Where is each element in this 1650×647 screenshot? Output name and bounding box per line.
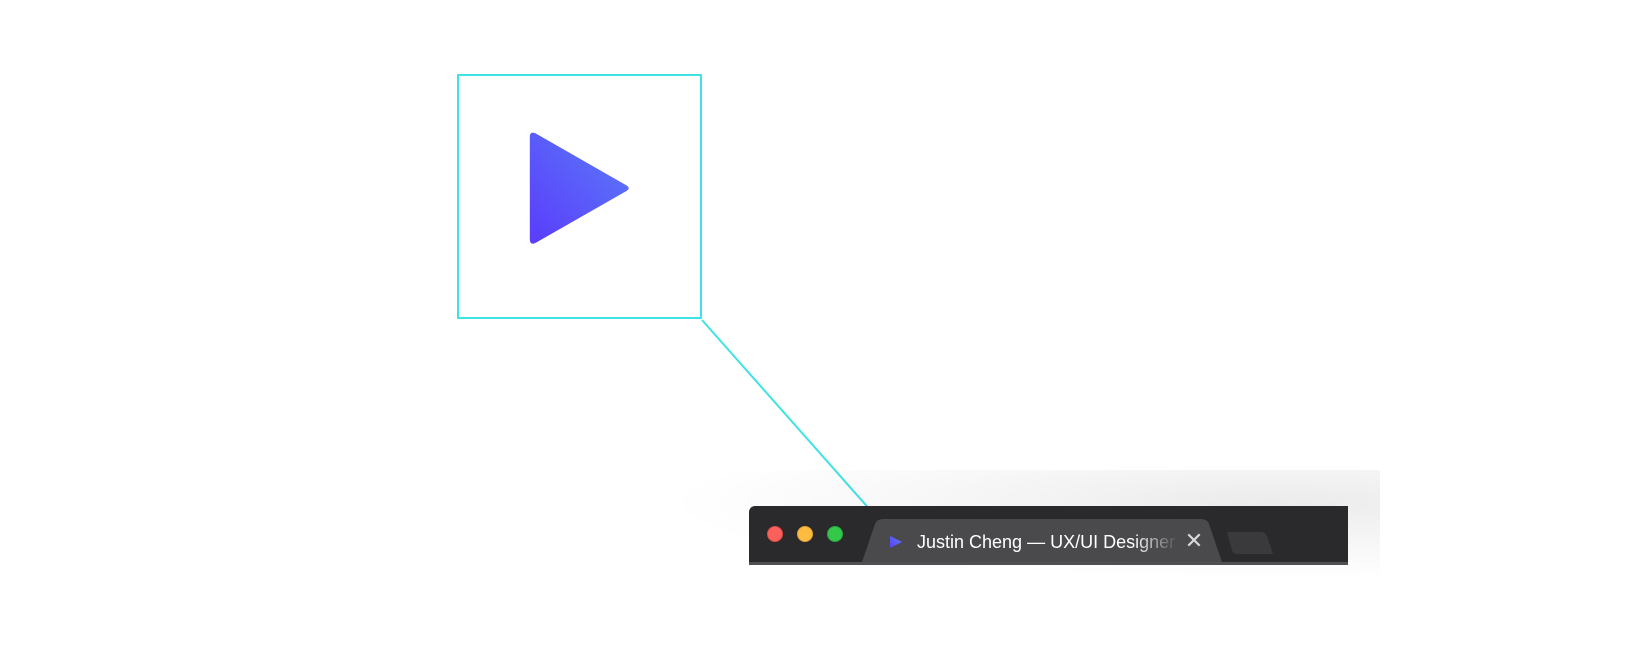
play-icon	[890, 536, 902, 548]
close-icon[interactable]: ✕	[1183, 529, 1205, 553]
tab-active[interactable]: Justin Cheng — UX/UI Designer ✕	[861, 519, 1231, 565]
play-icon	[529, 132, 629, 244]
window-minimize-button[interactable]	[797, 526, 813, 542]
favicon-zoom-callout	[457, 74, 702, 319]
window-close-button[interactable]	[767, 526, 783, 542]
browser-window: Justin Cheng — UX/UI Designer ✕	[749, 506, 1348, 565]
tab-title: Justin Cheng — UX/UI Designer	[917, 532, 1176, 552]
new-tab-icon[interactable]	[1227, 532, 1275, 554]
window-maximize-button[interactable]	[827, 526, 843, 542]
toolbar-edge	[749, 562, 1348, 565]
